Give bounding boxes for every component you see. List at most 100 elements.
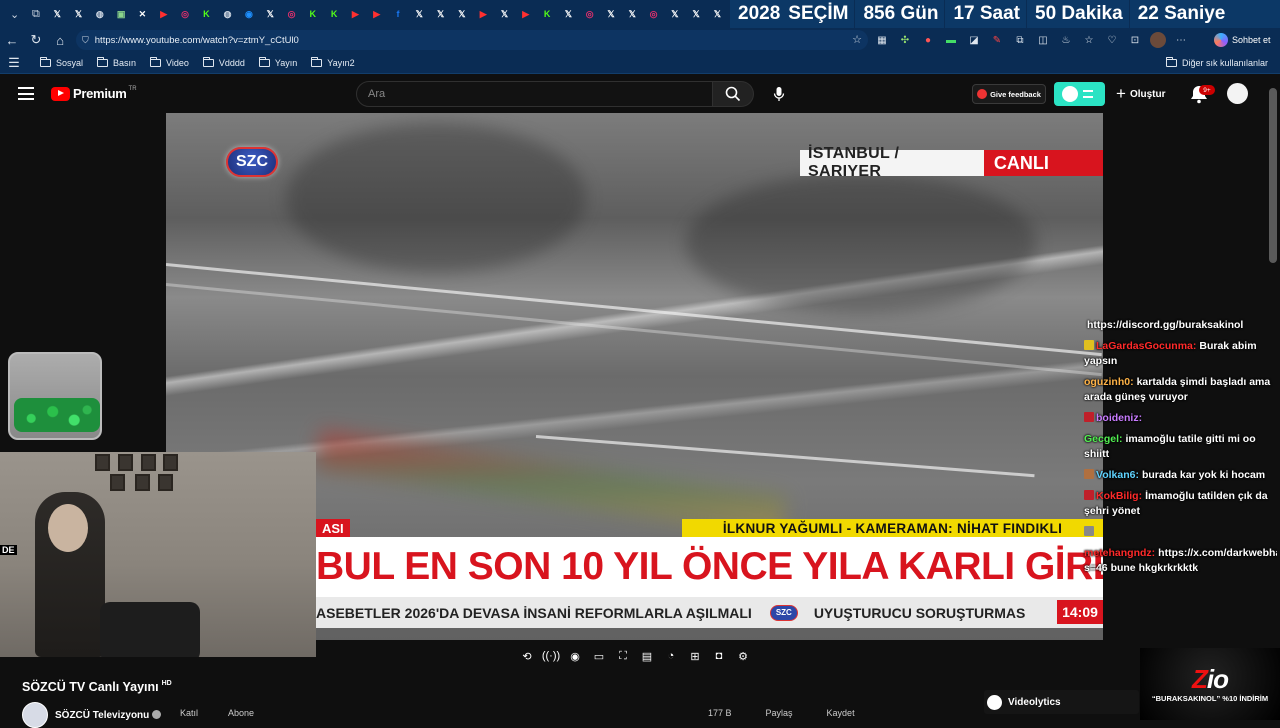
browser-tab[interactable]: f bbox=[387, 3, 408, 25]
bookmark-folder[interactable]: Video bbox=[150, 56, 189, 68]
bookmark-folder[interactable]: Sosyal bbox=[40, 56, 83, 68]
create-button[interactable]: + Oluştur bbox=[1116, 84, 1166, 104]
like-button[interactable]: 177 B bbox=[708, 708, 732, 718]
join-button[interactable]: Katıl bbox=[180, 708, 198, 718]
browser-tab[interactable]: 𝕏 bbox=[409, 3, 430, 25]
bookmark-folder[interactable]: Yayın bbox=[258, 56, 297, 68]
voice-search-button[interactable] bbox=[766, 81, 792, 107]
ticker-channel-logo: SZC bbox=[769, 604, 798, 621]
page-scrollbar[interactable] bbox=[1269, 88, 1277, 263]
extension-icon[interactable]: ✎ bbox=[989, 32, 1005, 48]
performance-icon[interactable]: ♨ bbox=[1058, 32, 1074, 48]
browser-tab[interactable]: K bbox=[302, 3, 323, 25]
extension-toggle[interactable] bbox=[1054, 82, 1105, 106]
share-button[interactable]: Paylaş bbox=[766, 708, 793, 718]
speed-gauge-icon[interactable]: ◔ bbox=[663, 648, 679, 664]
browser-tab[interactable]: ◎ bbox=[643, 3, 664, 25]
browser-tab[interactable]: 𝕏 bbox=[430, 3, 451, 25]
broadcast-icon[interactable]: ((·)) bbox=[542, 648, 560, 664]
location-tag: İSTANBUL / SARIYER CANLI bbox=[800, 145, 1103, 180]
browser-tab[interactable]: 𝕏 bbox=[622, 3, 643, 25]
profile-avatar-icon[interactable] bbox=[1150, 32, 1166, 48]
browser-tab[interactable]: ▶ bbox=[345, 3, 366, 25]
browser-tab[interactable]: ◍ bbox=[89, 3, 110, 25]
subscribe-button[interactable]: Abone bbox=[228, 708, 254, 718]
channel-avatar[interactable] bbox=[22, 702, 48, 728]
browser-tab[interactable]: ▶ bbox=[153, 3, 174, 25]
bookmark-folder[interactable]: Vdddd bbox=[202, 56, 245, 68]
settings-gear-icon[interactable]: ⚙ bbox=[735, 648, 751, 664]
screenshot-icon[interactable]: ⊡ bbox=[1127, 32, 1143, 48]
guide-menu-icon[interactable] bbox=[18, 87, 34, 100]
browser-tab[interactable]: ▶ bbox=[515, 3, 536, 25]
browser-tab[interactable]: ◎ bbox=[174, 3, 195, 25]
browser-tab[interactable]: 𝕏 bbox=[494, 3, 515, 25]
browser-tab[interactable]: ◍ bbox=[217, 3, 238, 25]
chat-badge-icon bbox=[1084, 526, 1094, 536]
back-arrow-icon[interactable]: ← bbox=[0, 28, 24, 52]
browser-tab[interactable]: 𝕏 bbox=[260, 3, 281, 25]
youtube-masthead: Premium TR Ara Give feedback + Oluştur bbox=[0, 74, 1280, 114]
url-field[interactable]: ⛉ https://www.youtube.com/watch?v=ztmY_c… bbox=[76, 30, 868, 50]
browser-tab[interactable]: 𝕏 bbox=[68, 3, 89, 25]
chat-message: oguzinh0: kartalda şimdi başladı ama arad… bbox=[1084, 375, 1275, 405]
extension-icon[interactable]: ✣ bbox=[897, 32, 913, 48]
extension-icon[interactable]: ◪ bbox=[966, 32, 982, 48]
loop-icon[interactable]: ⟲ bbox=[519, 648, 535, 664]
account-avatar[interactable] bbox=[1227, 83, 1248, 104]
browser-tab[interactable]: ▶ bbox=[366, 3, 387, 25]
search-button[interactable] bbox=[713, 81, 754, 107]
browser-tab[interactable]: ▶ bbox=[473, 3, 494, 25]
browser-tab[interactable]: ◉ bbox=[238, 3, 259, 25]
browser-tab[interactable]: 𝕏 bbox=[47, 3, 68, 25]
browser-tab[interactable]: ◎ bbox=[281, 3, 302, 25]
videolytics-panel[interactable]: Videolytics bbox=[984, 690, 1139, 714]
browser-tab[interactable]: K bbox=[536, 3, 557, 25]
save-button[interactable]: Kaydet bbox=[827, 708, 855, 718]
browser-tab[interactable]: 𝕏 bbox=[600, 3, 621, 25]
bookmark-folder[interactable]: Basın bbox=[97, 56, 136, 68]
sponsor-logo: Zio bbox=[1192, 666, 1229, 692]
tab-workspaces-icon[interactable]: ⧉ bbox=[25, 3, 46, 25]
give-feedback-button[interactable]: Give feedback bbox=[972, 84, 1046, 104]
copilot-chat-button[interactable]: Sohbet et bbox=[1214, 31, 1271, 49]
other-bookmarks-folder[interactable]: Diğer sık kullanılanlar bbox=[1165, 57, 1268, 68]
refresh-icon[interactable]: ↻ bbox=[24, 28, 48, 52]
site-info-icon[interactable]: ⛉ bbox=[82, 35, 89, 46]
eye-screenshot-icon[interactable]: ◉ bbox=[567, 648, 583, 664]
filmstrip-icon[interactable]: ▤ bbox=[639, 648, 655, 664]
camera-icon[interactable]: ◘ bbox=[711, 648, 727, 664]
split-screen-icon[interactable]: ◫ bbox=[1035, 32, 1051, 48]
extensions-puzzle-icon[interactable]: ⧉ bbox=[1012, 32, 1028, 48]
home-icon[interactable]: ⌂ bbox=[48, 28, 72, 52]
browser-tab[interactable]: 𝕏 bbox=[558, 3, 579, 25]
browser-tab[interactable]: ✕ bbox=[132, 3, 153, 25]
tab-list-dropdown-icon[interactable]: ⌄ bbox=[4, 3, 25, 25]
chat-username: KokBilig: bbox=[1096, 490, 1143, 502]
browser-tab[interactable]: 𝕏 bbox=[664, 3, 685, 25]
favorites-icon[interactable]: ☆ bbox=[1081, 32, 1097, 48]
browser-tab[interactable]: 𝕏 bbox=[451, 3, 472, 25]
verified-icon bbox=[152, 709, 162, 719]
browser-tab[interactable]: 𝕏 bbox=[686, 3, 707, 25]
extension-icon[interactable]: ▦ bbox=[874, 32, 890, 48]
bookmark-folder[interactable]: Yayın2 bbox=[311, 56, 355, 68]
video-title: SÖZCÜ TV Canlı Yayını HD bbox=[22, 680, 172, 694]
browser-tab[interactable]: ▣ bbox=[110, 3, 131, 25]
browser-tab[interactable]: ◎ bbox=[579, 3, 600, 25]
search-input[interactable]: Ara bbox=[356, 81, 713, 107]
clip-icon[interactable]: ▭ bbox=[591, 648, 607, 664]
sidebar-toggle-icon[interactable]: ☰ bbox=[2, 51, 26, 75]
extension-icon[interactable]: ● bbox=[920, 32, 936, 48]
add-to-queue-icon[interactable]: ⊞ bbox=[687, 648, 703, 664]
extension-icon[interactable]: ▬ bbox=[943, 32, 959, 48]
more-options-icon[interactable]: ⋯ bbox=[1173, 32, 1189, 48]
collections-icon[interactable]: ♡ bbox=[1104, 32, 1120, 48]
channel-name[interactable]: SÖZCÜ Televizyonu bbox=[55, 709, 162, 721]
browser-tab[interactable]: 𝕏 bbox=[707, 3, 728, 25]
frame-icon[interactable]: ⛶ bbox=[615, 648, 631, 664]
browser-tab[interactable]: K bbox=[323, 3, 344, 25]
youtube-premium-logo[interactable]: Premium TR bbox=[51, 86, 137, 101]
browser-tab[interactable]: K bbox=[196, 3, 217, 25]
favorite-star-icon[interactable]: ☆ bbox=[852, 33, 862, 46]
